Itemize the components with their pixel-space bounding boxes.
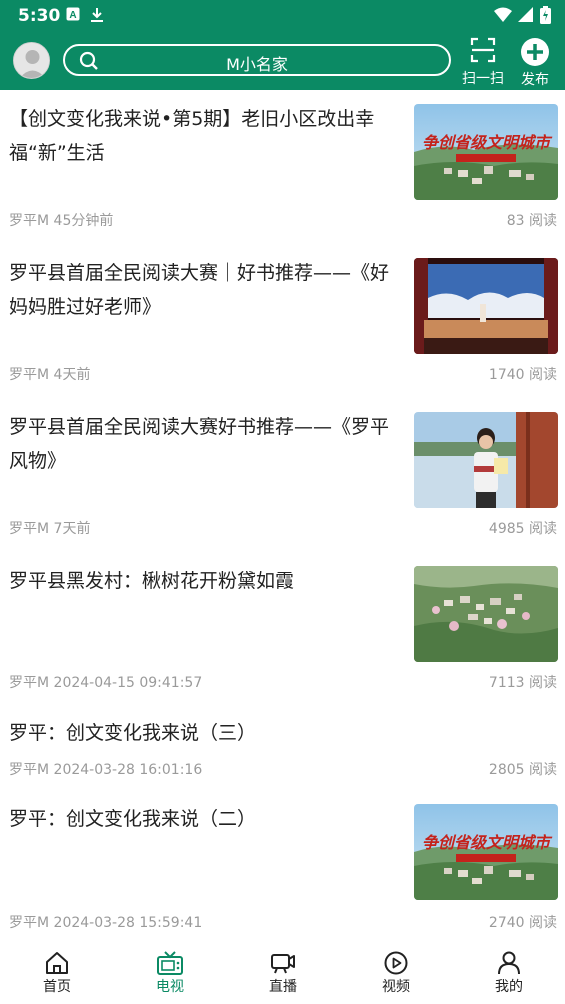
tab-video[interactable]: 视频	[356, 950, 436, 996]
search-bar[interactable]: M小名家	[63, 44, 451, 76]
item-source: 罗平M	[9, 367, 50, 383]
tv-icon	[157, 951, 183, 975]
default-avatar-icon	[14, 43, 49, 78]
item-time: 4天前	[53, 367, 91, 383]
list-item[interactable]: 罗平县首届全民阅读大赛｜好书推荐——《好妈妈胜过好老师》 罗平M 4天前 174…	[0, 244, 565, 397]
live-camera-icon	[271, 954, 295, 974]
item-meta: 罗平M 45分钟前	[9, 210, 113, 230]
scan-label: 扫一扫	[462, 71, 504, 87]
list-item[interactable]: 罗平：创文变化我来说（二） 争创省级文明城市 罗平M 2024-03-28 15…	[0, 792, 565, 940]
tab-home[interactable]: 首页	[17, 950, 97, 996]
bottom-tab-bar: 首页 电视 直播 视频 我的	[0, 942, 565, 1004]
item-time: 45分钟前	[53, 213, 114, 229]
publish-button[interactable]: 发布	[512, 37, 558, 89]
item-title: 罗平县首届全民阅读大赛好书推荐——《罗平风物》	[9, 416, 390, 472]
font-notification-icon: A	[66, 7, 80, 21]
tab-label: 首页	[43, 979, 71, 995]
tab-mine[interactable]: 我的	[469, 950, 549, 996]
add-circle-icon	[521, 38, 549, 66]
battery-icon	[540, 6, 551, 24]
play-icon	[384, 951, 408, 975]
item-meta: 罗平M 4天前	[9, 364, 90, 384]
tab-label: 直播	[269, 979, 297, 995]
search-placeholder: M小名家	[226, 55, 288, 74]
item-read-count: 83 阅读	[506, 213, 557, 229]
list-item[interactable]: 罗平县首届全民阅读大赛好书推荐——《罗平风物》 罗平M 7天前 4985 阅读	[0, 398, 565, 551]
item-time: 2024-03-28 15:59:41	[53, 915, 203, 931]
home-icon	[46, 952, 68, 974]
item-meta: 罗平M 2024-03-28 16:01:16	[9, 759, 202, 779]
item-read-count: 2740 阅读	[488, 915, 557, 931]
item-title: 罗平：创文变化我来说（三）	[9, 722, 257, 744]
tab-tv[interactable]: 电视	[130, 950, 210, 996]
svg-text:争创省级文明城市: 争创省级文明城市	[422, 133, 553, 152]
village-aerial-image	[414, 566, 558, 662]
avatar[interactable]	[13, 42, 50, 79]
signal-icon	[518, 7, 533, 22]
stage-performance-image	[414, 258, 558, 354]
item-meta: 罗平M 2024-04-15 09:41:57	[9, 672, 202, 692]
item-title: 罗平县首届全民阅读大赛｜好书推荐——《好妈妈胜过好老师》	[9, 262, 390, 318]
list-item[interactable]: 【创文变化我来说•第5期】老旧小区改出幸福“新”生活 争创省级文明城市 罗平M …	[0, 90, 565, 243]
item-read-count: 4985 阅读	[488, 521, 557, 537]
item-time: 2024-04-15 09:41:57	[53, 675, 203, 691]
list-item[interactable]: 罗平：创文变化我来说（三） 罗平M 2024-03-28 16:01:16 28…	[0, 706, 565, 791]
aerial-town-banner-image: 争创省级文明城市	[414, 804, 558, 900]
item-read-count: 2805 阅读	[488, 762, 557, 778]
item-time: 2024-03-28 16:01:16	[53, 762, 203, 778]
item-source: 罗平M	[9, 521, 50, 537]
tab-live[interactable]: 直播	[243, 950, 323, 996]
item-title: 罗平：创文变化我来说（二）	[9, 808, 257, 830]
woman-reading-image	[414, 412, 558, 508]
svg-text:争创省级文明城市: 争创省级文明城市	[422, 833, 553, 852]
status-time: 5:30	[18, 6, 61, 26]
publish-label: 发布	[521, 72, 549, 88]
item-read-count: 7113 阅读	[488, 675, 557, 691]
status-bar: 5:30 A	[0, 0, 565, 34]
aerial-town-banner-image: 争创省级文明城市	[414, 104, 558, 200]
tab-label: 视频	[382, 979, 410, 995]
tab-label: 我的	[495, 979, 523, 995]
item-title: 罗平县黑发村：楸树花开粉黛如霞	[9, 570, 295, 592]
top-header: M小名家 扫一扫 发布	[0, 34, 565, 90]
item-source: 罗平M	[9, 762, 50, 778]
item-time: 7天前	[53, 521, 91, 537]
item-meta: 罗平M 7天前	[9, 518, 90, 538]
item-meta: 罗平M 2024-03-28 15:59:41	[9, 912, 202, 932]
scan-button[interactable]: 扫一扫	[460, 37, 506, 88]
user-icon	[498, 951, 520, 975]
tab-label: 电视	[156, 979, 184, 995]
item-read-count: 1740 阅读	[488, 367, 557, 383]
item-source: 罗平M	[9, 675, 50, 691]
status-notifications: A	[66, 7, 104, 23]
download-icon	[91, 8, 103, 22]
status-system-icons	[494, 6, 551, 24]
item-source: 罗平M	[9, 915, 50, 931]
wifi-icon	[494, 7, 512, 22]
item-source: 罗平M	[9, 213, 50, 229]
item-title: 【创文变化我来说•第5期】老旧小区改出幸福“新”生活	[9, 108, 375, 164]
list-item[interactable]: 罗平县黑发村：楸树花开粉黛如霞 罗平M 2024-04-15 09:41:57 …	[0, 552, 565, 705]
svg-text:A: A	[69, 10, 76, 21]
scan-icon	[470, 37, 496, 63]
